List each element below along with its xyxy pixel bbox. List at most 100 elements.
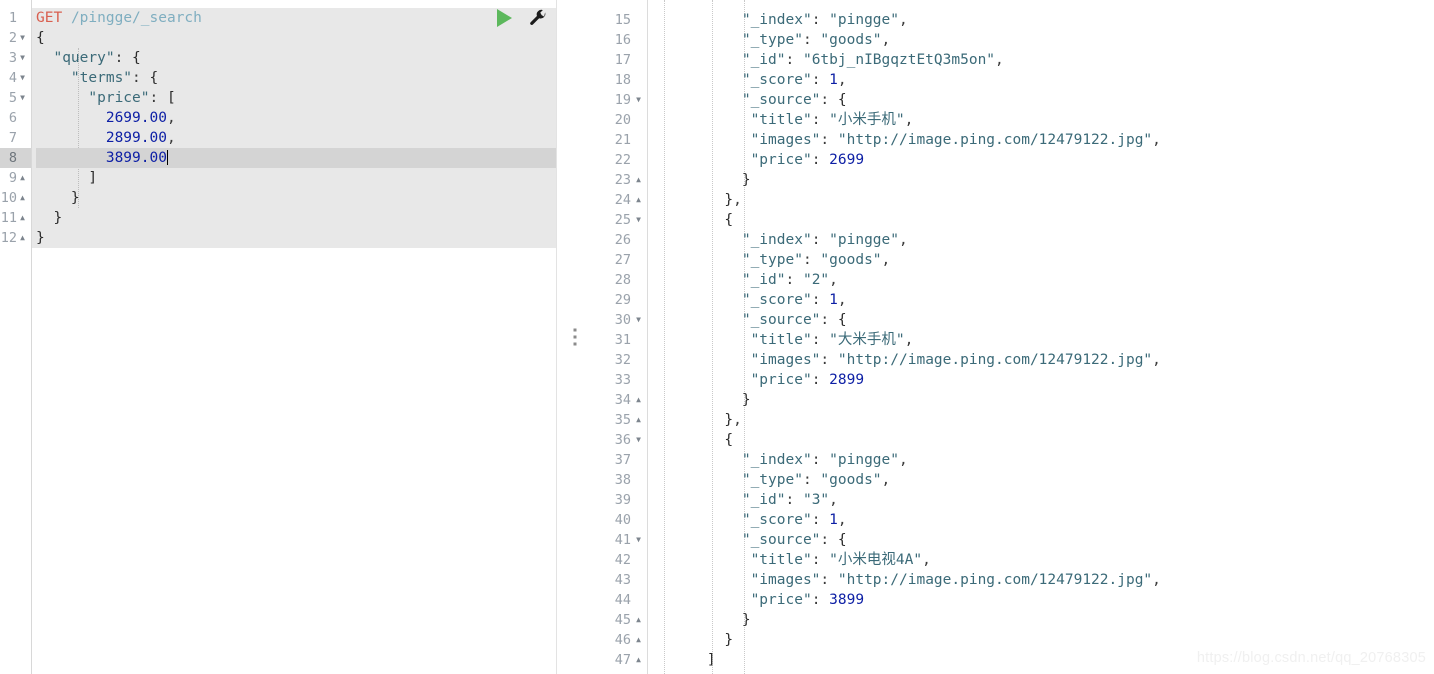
token-str: "pingge" [829, 232, 899, 248]
line-number: 27 [614, 252, 631, 268]
token-num: 3899.00 [105, 150, 167, 166]
chevron-up-icon[interactable]: ▲ [17, 228, 28, 248]
chevron-up-icon[interactable]: ▲ [633, 630, 644, 650]
request-code-area[interactable]: GET /pingge/_search { "query": { "terms":… [32, 0, 556, 674]
line-number: 40 [614, 512, 631, 528]
chevron-down-icon[interactable]: ▼ [633, 90, 644, 110]
response-code-area[interactable]: "_index": "pingge", "_type": "goods", "_… [648, 0, 1434, 674]
code-line: { [672, 430, 1434, 450]
request-toolbar [497, 8, 548, 28]
token-punc: : [811, 292, 830, 308]
line-number: 20 [614, 112, 631, 128]
line-number: 43 [614, 572, 631, 588]
token-punc: , [837, 72, 847, 88]
line-number: 25 ▼ [592, 210, 647, 230]
chevron-up-icon[interactable]: ▲ [633, 170, 644, 190]
token-num: 2899 [829, 372, 865, 388]
code-line: "_type": "goods", [672, 30, 1434, 50]
token-punc [36, 190, 71, 206]
chevron-down-icon[interactable]: ▼ [17, 48, 28, 68]
token-punc: : [811, 452, 830, 468]
token-punc: , [899, 12, 908, 28]
token-str: "http://image.ping.com/12479122.jpg" [837, 572, 1153, 588]
play-icon[interactable] [497, 9, 512, 27]
token-str: "goods" [820, 32, 882, 48]
line-number: 47 ▲ [592, 650, 647, 670]
pane-splitter[interactable] [556, 0, 592, 674]
chevron-down-icon[interactable]: ▼ [17, 68, 28, 88]
line-number: 28 [614, 272, 631, 288]
code-line: "terms": { [36, 68, 556, 88]
code-line: "price": 2899 [672, 370, 1434, 390]
code-line: "price": 3899 [672, 590, 1434, 610]
token-str: "大米手机" [829, 332, 905, 348]
token-punc [36, 210, 53, 226]
token-key: "_score" [741, 512, 812, 528]
token-num: 2899.00 [105, 130, 167, 146]
token-key: "_score" [741, 292, 812, 308]
token-punc [62, 10, 71, 26]
line-number: 32 [614, 352, 631, 368]
code-line: } [36, 228, 556, 248]
request-editor-pane: 1 2 ▼ 3 ▼ 4 ▼ 5 ▼ 6 7 8 9 ▲ 10 ▲ 11 ▲ 12 ▲ GET /pingge/_sea… [0, 0, 556, 674]
code-line: 2899.00, [36, 128, 556, 148]
chevron-down-icon[interactable]: ▼ [633, 530, 644, 550]
response-gutter: 15 16 17 18 19 ▼ 20 21 22 23 ▲ 24 ▲ 25 ▼ 26 27 28 29 30 ▼ 31 3… [592, 0, 648, 674]
line-number: 41 ▼ [592, 530, 647, 550]
chevron-down-icon[interactable]: ▼ [17, 88, 28, 108]
chevron-up-icon[interactable]: ▲ [633, 190, 644, 210]
token-url: /pingge/_search [70, 10, 202, 26]
chevron-down-icon[interactable]: ▼ [633, 430, 644, 450]
chevron-down-icon[interactable]: ▼ [17, 28, 28, 48]
line-number: 7 [8, 130, 17, 146]
token-punc: : [820, 132, 838, 148]
token-punc: , [829, 492, 838, 508]
token-punc [36, 170, 88, 186]
token-key: "images" [750, 572, 821, 588]
token-key: "images" [750, 352, 821, 368]
token-punc: , [837, 512, 847, 528]
chevron-up-icon[interactable]: ▲ [17, 168, 28, 188]
token-punc [36, 150, 106, 166]
token-brace: } [724, 632, 734, 648]
token-punc: , [1152, 572, 1161, 588]
chevron-up-icon[interactable]: ▲ [633, 650, 644, 670]
token-key: "title" [750, 112, 812, 128]
chevron-down-icon[interactable]: ▼ [633, 210, 644, 230]
chevron-up-icon[interactable]: ▲ [633, 610, 644, 630]
token-punc: , [837, 292, 847, 308]
token-punc [36, 130, 106, 146]
token-key: "price" [750, 152, 812, 168]
chevron-up-icon[interactable]: ▲ [17, 208, 28, 228]
request-code-lines[interactable]: GET /pingge/_search { "query": { "terms":… [32, 0, 556, 248]
token-punc: : [785, 52, 803, 68]
chevron-up-icon[interactable]: ▲ [633, 390, 644, 410]
code-line: }, [672, 410, 1434, 430]
wrench-icon[interactable] [528, 8, 548, 28]
splitter-drag-handle[interactable] [573, 328, 576, 346]
code-line: "_type": "goods", [672, 470, 1434, 490]
token-str: "pingge" [829, 452, 899, 468]
chevron-up-icon[interactable]: ▲ [17, 188, 28, 208]
code-line: GET /pingge/_search [36, 8, 556, 28]
token-key: "_type" [741, 32, 803, 48]
code-line: "_index": "pingge", [672, 450, 1434, 470]
token-punc: : [820, 352, 838, 368]
token-punc: : [811, 512, 830, 528]
token-punc [36, 70, 71, 86]
line-number: 11 ▲ [0, 208, 31, 228]
token-punc: , [904, 332, 914, 348]
token-brace: } [36, 230, 45, 246]
chevron-down-icon[interactable]: ▼ [633, 310, 644, 330]
token-brace: ] [88, 170, 98, 186]
chevron-up-icon[interactable]: ▲ [633, 410, 644, 430]
